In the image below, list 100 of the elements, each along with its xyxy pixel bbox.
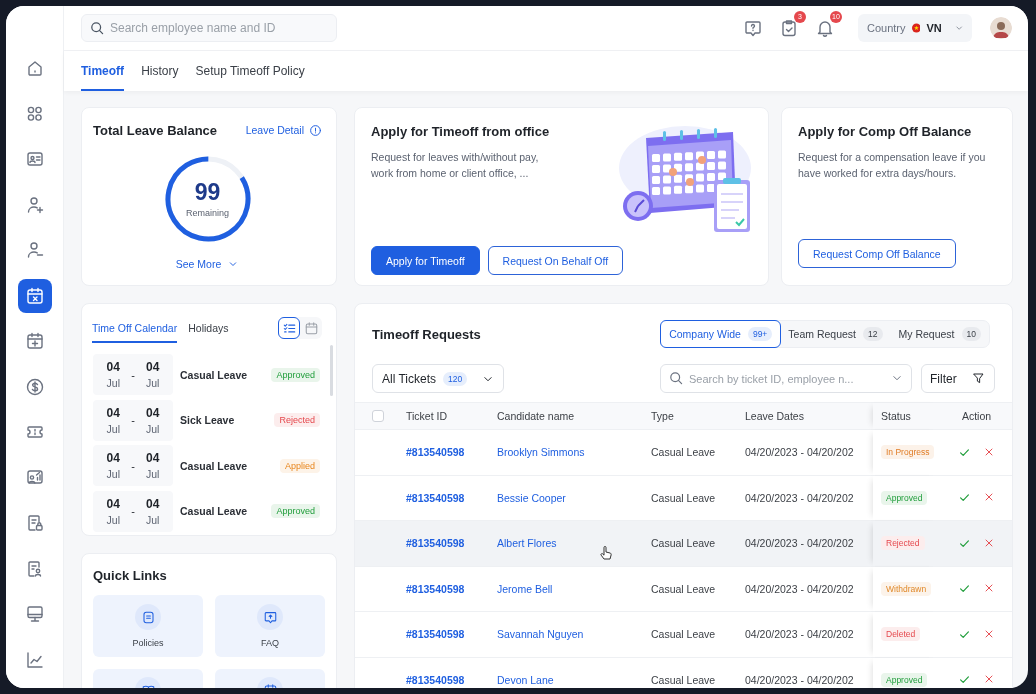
table-cell-text: Casual Leave — [650, 491, 717, 504]
table-cell-text: 04/20/2023 - 04/20/202 — [744, 628, 855, 641]
column-header: Leave Dates — [744, 410, 805, 422]
search-icon — [89, 20, 105, 36]
view-toggle[interactable] — [278, 317, 300, 339]
candidate-link[interactable]: Savannah Nguyen — [497, 628, 584, 641]
search-field[interactable]: Search by ticket ID, employee n... — [660, 364, 912, 393]
scrollbar[interactable] — [330, 345, 333, 396]
card-title: Total Leave Balance — [93, 122, 219, 138]
leave-detail-link[interactable]: Leave Detail — [245, 123, 322, 137]
day-text: 04 — [106, 360, 120, 375]
card-title: Timeoff Requests — [372, 326, 482, 342]
candidate-link[interactable]: Jerome Bell — [497, 582, 553, 595]
monitor-icon — [24, 604, 45, 624]
leave-type: Casual Leave — [180, 368, 249, 381]
day-text: 04 — [146, 451, 160, 466]
table-cell-text: Casual Leave — [650, 537, 717, 550]
ticket-link[interactable]: #813540598 — [406, 537, 465, 550]
leave-type: Casual Leave — [180, 505, 249, 518]
calendar-x-icon — [24, 285, 45, 306]
country-select[interactable]: Country VN — [858, 14, 972, 42]
scope-tab[interactable]: Company Wide 99+ — [660, 320, 782, 348]
quick-link[interactable]: Policies — [93, 595, 203, 657]
filter-button[interactable]: Filter — [921, 364, 995, 393]
sidebar-button[interactable] — [17, 278, 52, 313]
document-icon — [140, 609, 156, 625]
hand-cursor-icon — [600, 546, 612, 560]
month-text: Jul — [106, 422, 120, 435]
table-cell-text: 04/20/2023 - 04/20/202 — [744, 537, 855, 550]
ticket-link[interactable]: #813540598 — [406, 673, 465, 686]
candidate-link[interactable]: Albert Flores — [497, 537, 557, 550]
month-text: Jul — [145, 422, 160, 435]
table-cell-text: 04/20/2023 - 04/20/202 — [744, 446, 855, 459]
leave-type: Casual Leave — [180, 459, 249, 472]
month-text: Jul — [145, 513, 160, 526]
scope-tab[interactable]: My Request 10 — [889, 320, 990, 348]
day-text: 04 — [146, 360, 160, 375]
date-separator: - — [131, 505, 135, 518]
candidate-link[interactable]: Bessie Cooper — [497, 491, 566, 504]
dollar-icon — [24, 376, 45, 397]
table-cell-text: Casual Leave — [650, 582, 717, 595]
status-badge: Approved — [881, 490, 928, 505]
search-icon — [668, 370, 684, 386]
avatar[interactable] — [990, 17, 1012, 39]
page-tab[interactable]: History — [141, 51, 179, 91]
page-tab[interactable]: Timeoff — [81, 51, 125, 91]
status-badge: Approved — [881, 672, 928, 687]
day-text: 04 — [106, 496, 120, 511]
balance-caption: Remaining — [186, 207, 229, 218]
table-cell-text: 04/20/2023 - 04/20/202 — [744, 673, 855, 686]
page-tab[interactable]: Setup Timeoff Policy — [195, 51, 305, 91]
day-text: 04 — [146, 496, 160, 511]
candidate-link[interactable]: Devon Lane — [497, 673, 554, 686]
card-title: Apply for Comp Off Balance — [798, 124, 973, 139]
scope-tab[interactable]: Team Request 12 — [779, 320, 892, 348]
calendar-tab[interactable]: Holidays — [188, 322, 229, 343]
select-all-checkbox[interactable] — [372, 410, 384, 422]
filter-icon — [971, 371, 986, 386]
column-header: Status — [873, 403, 941, 429]
month-text: Jul — [106, 377, 120, 390]
request-button[interactable]: Request Comp Off Balance — [798, 239, 956, 268]
info-icon — [309, 123, 322, 137]
month-text: Jul — [106, 513, 120, 526]
date-separator: - — [131, 368, 135, 381]
month-text: Jul — [145, 468, 160, 481]
bell-icon — [815, 18, 835, 38]
request-button[interactable]: Request On Behalf Off — [487, 246, 624, 275]
column-header: Type — [650, 410, 675, 422]
status-badge: Applied — [279, 458, 320, 473]
calendar-icon — [303, 320, 319, 336]
table-cell-text: Casual Leave — [650, 673, 717, 686]
month-text: Jul — [145, 377, 160, 390]
status-badge: Rejected — [274, 413, 320, 428]
day-text: 04 — [146, 405, 160, 420]
balance-value: 99 — [194, 180, 221, 204]
column-header: Candidate name — [496, 410, 576, 422]
column-header: Action — [960, 410, 993, 422]
help-icon — [743, 18, 763, 38]
card-description: Request for leaves with/without pay, work from home or client office, ... — [371, 150, 540, 181]
quick-link[interactable]: FAQ — [215, 595, 325, 657]
ticket-select[interactable]: All Tickets 120 — [372, 364, 504, 393]
ticket-link[interactable]: #813540598 — [406, 628, 465, 641]
table-cell-text: 04/20/2023 - 04/20/202 — [744, 491, 855, 504]
id-card-icon — [24, 149, 45, 169]
calendar-plus-icon — [24, 331, 45, 351]
candidate-link[interactable]: Brooklyn Simmons — [497, 446, 585, 459]
card-title: Quick Links — [93, 568, 168, 583]
apply-button[interactable]: Apply for Timeoff — [371, 246, 480, 275]
see-more-link[interactable]: See More — [175, 258, 240, 270]
search-field[interactable]: Search employee name and ID — [81, 14, 337, 42]
leave-type: Sick Leave — [180, 414, 236, 427]
status-badge: Approved — [271, 367, 320, 382]
ticket-link[interactable]: #813540598 — [406, 446, 465, 459]
line-chart-icon — [24, 649, 45, 670]
ticket-link[interactable]: #813540598 — [406, 582, 465, 595]
calendar-tab[interactable]: Time Off Calendar — [92, 322, 178, 343]
status-badge: Withdrawn — [881, 581, 932, 596]
chat-question-icon — [262, 609, 278, 625]
status-badge: In Progress — [881, 445, 935, 460]
ticket-link[interactable]: #813540598 — [406, 491, 465, 504]
